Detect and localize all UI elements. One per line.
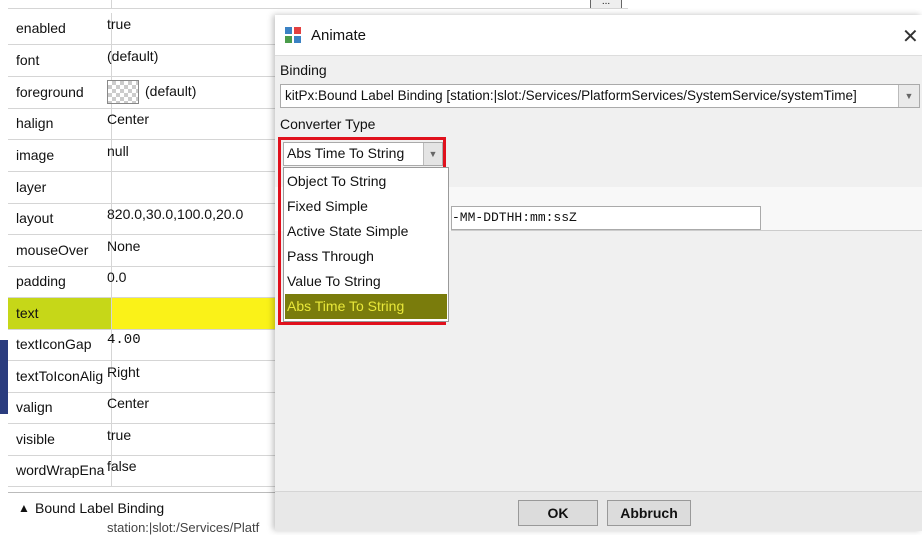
collapse-triangle-icon[interactable]: ▲ xyxy=(18,501,30,515)
dialog-footer: OK Abbruch xyxy=(275,491,922,531)
left-accent xyxy=(0,340,8,414)
close-icon[interactable]: ✕ xyxy=(902,24,919,49)
converter-type-select[interactable]: Abs Time To String ▼ xyxy=(283,142,443,166)
left-edge-bar xyxy=(0,0,8,530)
option-value-to-string[interactable]: Value To String xyxy=(285,269,447,294)
prop-key: textIconGap xyxy=(8,329,112,360)
prop-value[interactable]: true xyxy=(107,13,131,44)
format-input[interactable]: -MM-DDTHH:mm:ssZ xyxy=(451,206,761,230)
converter-selected-value: Abs Time To String xyxy=(287,145,405,161)
option-pass-through[interactable]: Pass Through xyxy=(285,244,447,269)
prop-value[interactable]: 0.0 xyxy=(107,266,126,297)
prop-value[interactable]: None xyxy=(107,235,140,266)
cancel-button[interactable]: Abbruch xyxy=(607,500,691,526)
section-label: Bound Label Binding xyxy=(35,500,165,516)
prop-key: text xyxy=(8,298,112,329)
prop-key: image xyxy=(8,140,112,171)
prop-value[interactable]: Center xyxy=(107,108,149,139)
prop-key: halign xyxy=(8,108,112,139)
binding-label: Binding xyxy=(280,62,327,78)
converter-dropdown-list: Object To String Fixed Simple Active Sta… xyxy=(283,167,449,322)
prop-key: layer xyxy=(8,172,112,203)
prop-key: valign xyxy=(8,392,112,423)
prop-key: enabled xyxy=(8,13,112,44)
prop-key: textToIconAlig xyxy=(8,361,112,392)
chevron-down-icon[interactable]: ▼ xyxy=(423,143,442,165)
transparent-swatch-icon[interactable] xyxy=(107,80,139,105)
dialog-title: Animate xyxy=(311,27,367,44)
prop-key: wordWrapEna xyxy=(8,455,112,486)
prop-value[interactable]: true xyxy=(107,424,131,455)
prop-value[interactable]: false xyxy=(107,455,137,486)
prop-key: font xyxy=(8,45,112,76)
prop-value-foreground[interactable]: (default) xyxy=(107,80,196,111)
converter-type-label: Converter Type xyxy=(280,116,376,132)
option-active-state-simple[interactable]: Active State Simple xyxy=(285,219,447,244)
dialog-titlebar[interactable]: Animate ✕ xyxy=(275,15,922,56)
ok-button[interactable]: OK xyxy=(518,500,598,526)
prop-value[interactable]: Center xyxy=(107,392,149,423)
animate-dialog: Animate ✕ Binding kitPx:Bound Label Bind… xyxy=(275,15,922,531)
option-abs-time-to-string[interactable]: Abs Time To String xyxy=(285,294,447,319)
binding-value: kitPx:Bound Label Binding [station:|slot… xyxy=(285,88,857,103)
prop-key: layout xyxy=(8,203,112,234)
prop-key: visible xyxy=(8,424,112,455)
prop-value-text: (default) xyxy=(145,83,197,99)
option-fixed-simple[interactable]: Fixed Simple xyxy=(285,194,447,219)
prop-key: padding xyxy=(8,266,112,297)
prop-value[interactable]: Right xyxy=(107,361,140,392)
app-icon xyxy=(285,27,301,43)
prop-key: border xyxy=(8,0,112,8)
prop-key: mouseOver xyxy=(8,235,112,266)
binding-ord-value: station:|slot:/Services/Platf xyxy=(107,520,260,535)
prop-key: foreground xyxy=(8,77,112,108)
option-object-to-string[interactable]: Object To String xyxy=(285,169,447,194)
prop-value[interactable]: 820.0,30.0,100.0,20.0 xyxy=(107,203,243,234)
binding-select[interactable]: kitPx:Bound Label Binding [station:|slot… xyxy=(280,84,920,108)
chevron-down-icon[interactable]: ▼ xyxy=(898,85,919,107)
format-value: -MM-DDTHH:mm:ssZ xyxy=(452,210,577,225)
divider xyxy=(451,230,922,231)
prop-value[interactable]: null xyxy=(107,140,129,171)
prop-value[interactable]: 4.00 xyxy=(107,329,141,360)
prop-value[interactable]: (default) xyxy=(107,45,158,76)
prop-row-border[interactable]: border xyxy=(8,0,628,9)
